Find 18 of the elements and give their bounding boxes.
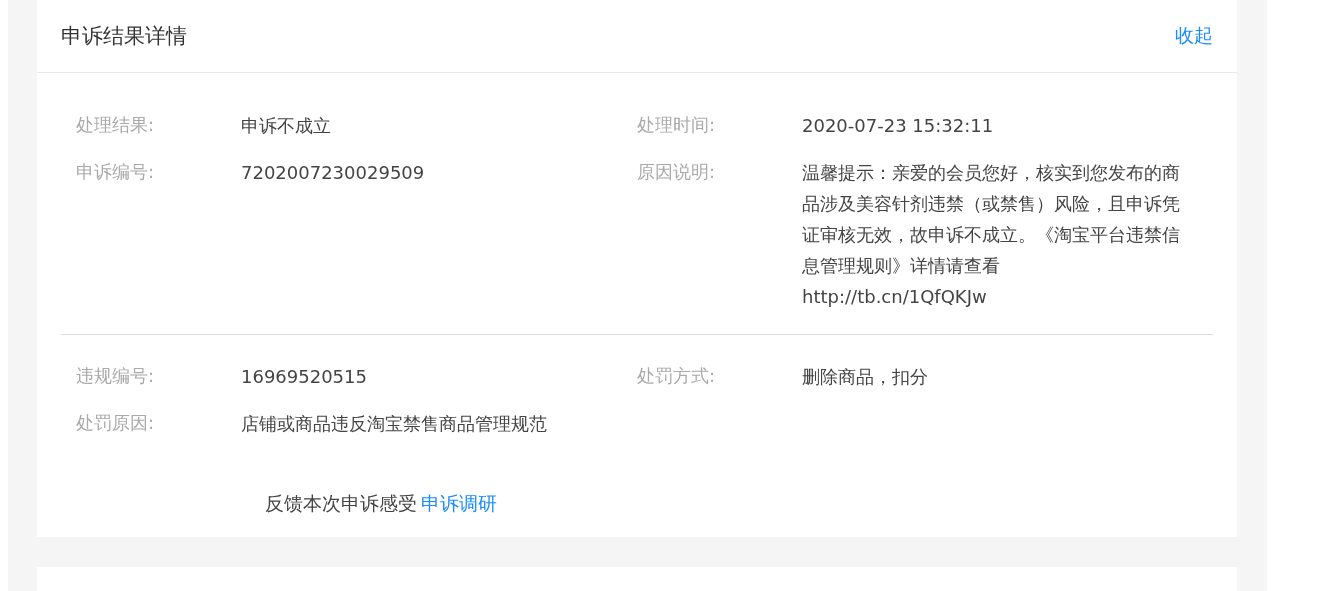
collapse-link[interactable]: 收起 [1175,23,1213,49]
field-value: 7202007230029509 [241,161,426,185]
field-label: 处理结果: [76,113,156,137]
field-label: 处罚原因: [76,411,156,435]
field-value: 温馨提示：亲爱的会员您好，核实到您发布的商品涉及美容针剂违禁（或禁售）风险，且申诉凭证审核无效，故申诉不成立。《淘宝平台违禁信息管理规则》详情请查看http://tb.cn/1QfQKJw [802,161,1181,309]
card-title: 申诉结果详情 [61,23,187,50]
field-label: 原因说明: [637,160,717,184]
field-value: 2020-07-23 15:32:11 [802,114,995,138]
field-label: 处理时间: [637,113,717,137]
survey-link[interactable]: 申诉调研 [421,491,497,517]
field-label: 申诉编号: [76,160,156,184]
feedback-text: 反馈本次申诉感受 [265,491,417,516]
field-label: 处罚方式: [637,364,717,388]
field-value: 店铺或商品违反淘宝禁售商品管理规范 [241,412,548,436]
field-value: 删除商品，扣分 [802,365,929,389]
field-value: 16969520515 [241,365,368,389]
field-label: 违规编号: [76,364,156,388]
field-value: 申诉不成立 [241,114,332,138]
